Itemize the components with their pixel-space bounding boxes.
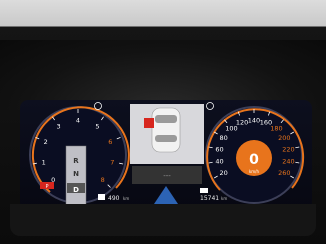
odometer-icon [200, 188, 208, 193]
tachometer-tick-label: 2 [44, 138, 48, 146]
warning-indicator-icon [206, 102, 214, 110]
speed-value: 0 [249, 152, 259, 168]
gear-option-r: R [73, 157, 79, 165]
speedometer-tick-label: 200 [278, 134, 290, 142]
door-open-icon [144, 118, 154, 128]
tachometer-tick-label: 1 [42, 158, 46, 166]
tachometer-tick-label: 4 [76, 117, 80, 125]
speedometer-tick-label: 80 [220, 134, 228, 142]
odometer-unit: km [221, 196, 227, 201]
speedometer-tick-label: 40 [215, 158, 223, 166]
tachometer: 012345678 R N D P [29, 106, 130, 207]
gear-option-n: N [73, 170, 79, 178]
headlight-indicator-icon [94, 102, 102, 110]
speed-unit: km/h [249, 169, 260, 174]
speedometer-tick-label: 140 [248, 117, 260, 125]
speedometer-tick-label: 60 [215, 145, 223, 153]
tachometer-tick-label: 7 [110, 158, 114, 166]
speedometer: 20406080100120 140 160180200220240260 0 km… [205, 106, 305, 204]
tachometer-tick-label: 5 [95, 122, 99, 130]
speedometer-tick-label: 180 [270, 125, 282, 133]
fuel-pump-icon [98, 194, 105, 200]
message-bar-text: --- [163, 172, 171, 180]
tachometer-tick-label: 3 [56, 122, 60, 130]
range-value: 490 [108, 195, 120, 202]
odometer-value: 15741 [200, 195, 219, 202]
speedometer-tick-label: 260 [278, 169, 290, 177]
dashboard-photo: 012345678 R N D P --- 20 40 60 80 100 12… [0, 0, 326, 244]
speedometer-tick-label: 220 [282, 145, 294, 153]
road-lane-indicator [154, 186, 178, 204]
speedometer-tick-label: 120 [236, 119, 248, 127]
speedometer-tick-label: 20 [220, 169, 228, 177]
tachometer-tick-label: 8 [101, 176, 105, 184]
cluster-bezel [10, 204, 316, 236]
gear-option-d: D [73, 186, 79, 194]
speedometer-tick-label: 240 [282, 158, 294, 166]
instrument-cluster-screen: 012345678 R N D P --- 20 40 60 80 100 12… [20, 100, 312, 210]
tachometer-tick-label: 6 [108, 138, 112, 146]
car-top-view-icon [151, 107, 181, 153]
drive-mode-label: P [45, 184, 48, 190]
cluster-graphics: 012345678 R N D P --- 20406080100120 140… [29, 102, 305, 207]
range-unit: km [123, 196, 129, 201]
